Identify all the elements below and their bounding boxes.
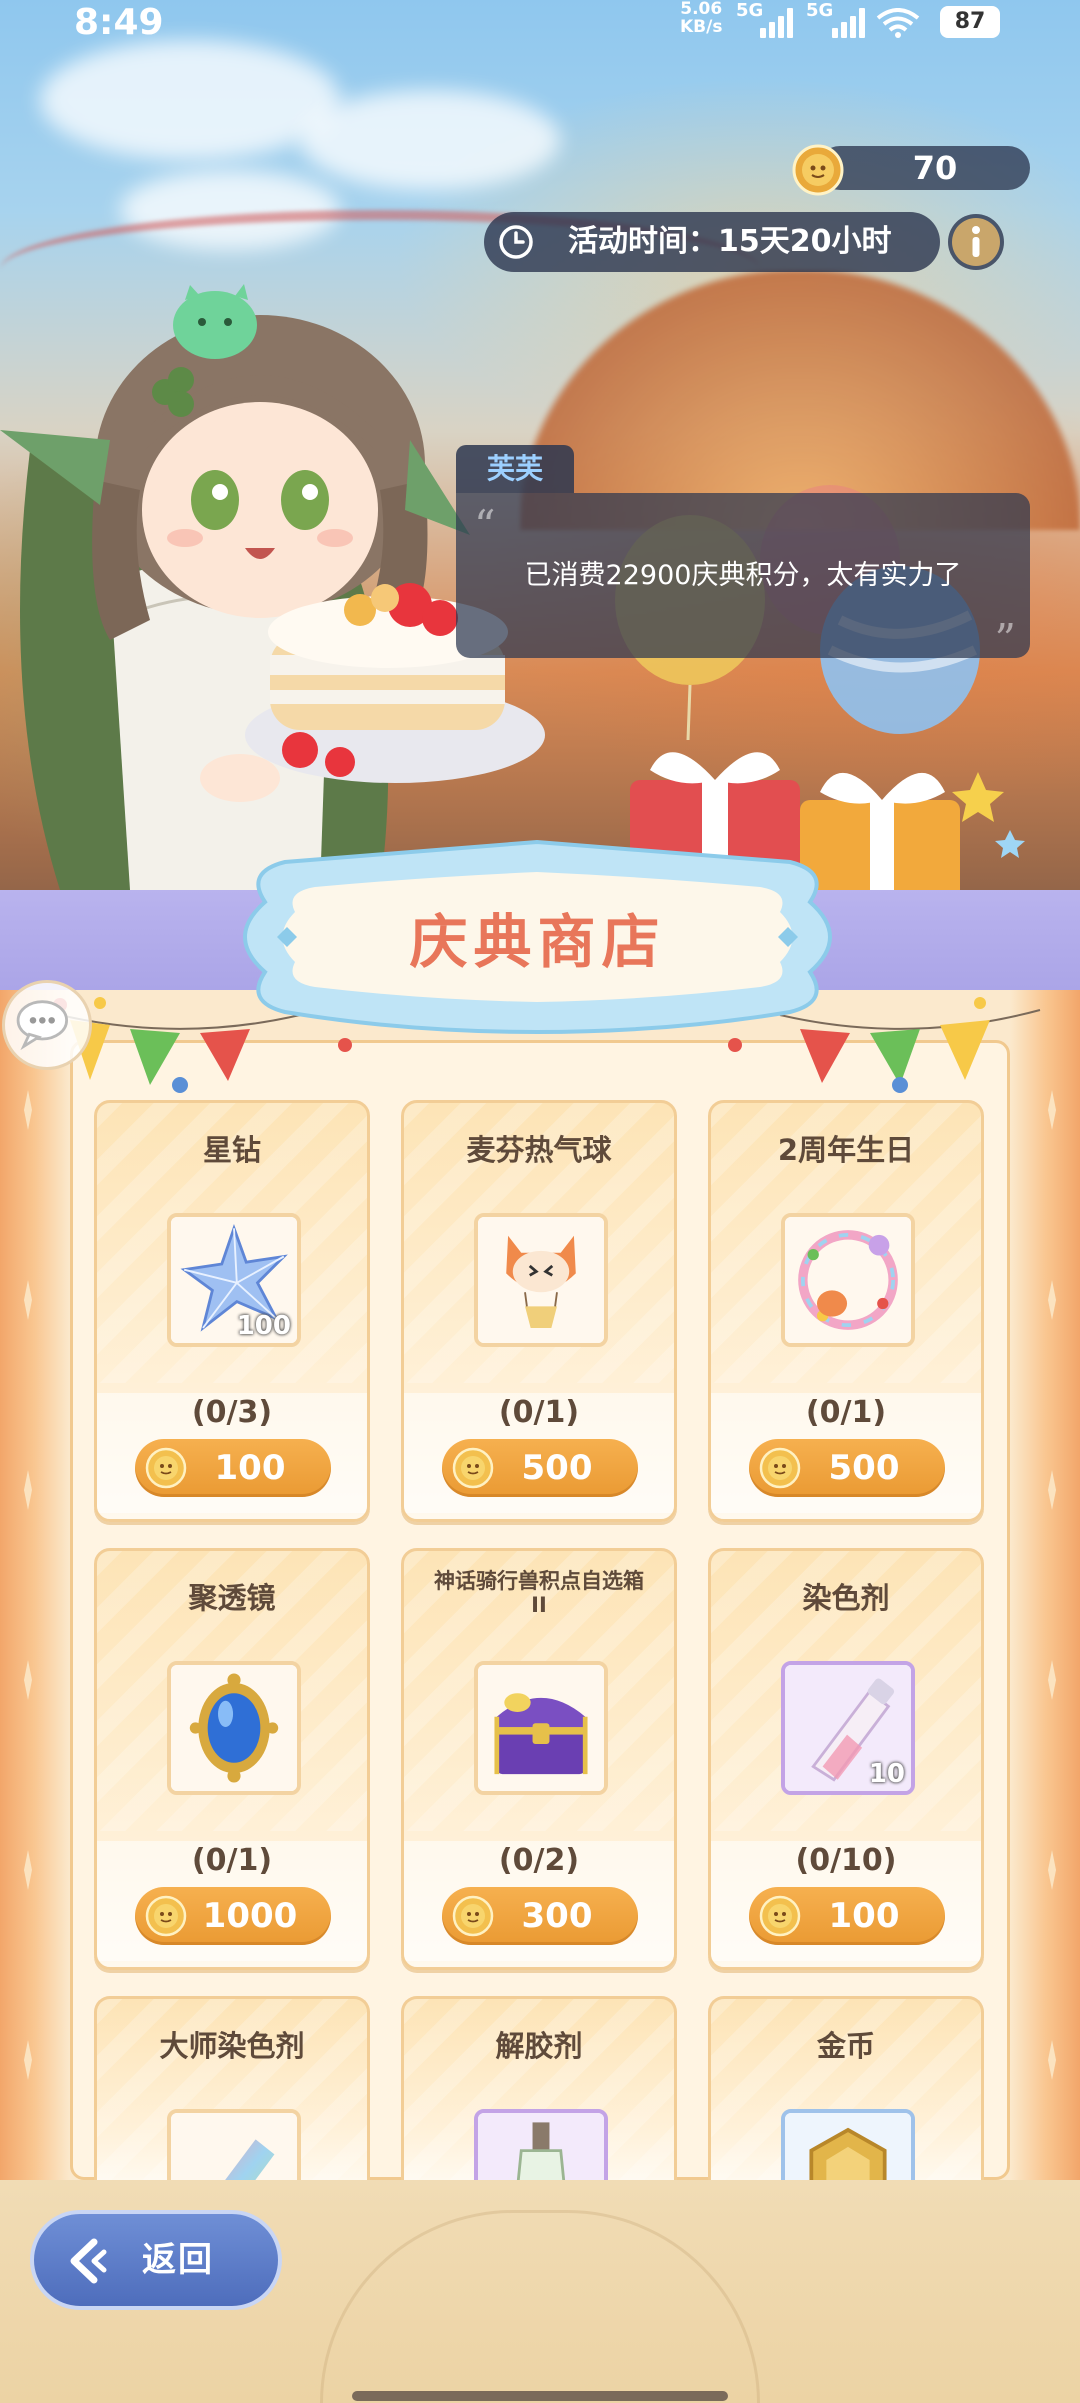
shop-item-card[interactable]: 星钻 100 (0/3) 100: [94, 1100, 370, 1522]
item-icon-frame: [474, 2109, 608, 2180]
back-button[interactable]: 返回: [30, 2210, 282, 2310]
back-arrow-icon: [70, 2238, 107, 2284]
sim2-network-type: 5G: [806, 0, 834, 21]
speaker-name: 芙芙: [456, 445, 574, 493]
dialog-message: 已消费22900庆典积分，太有实力了: [524, 560, 962, 591]
item-price: 500: [828, 1448, 900, 1488]
signal-icon: [760, 8, 793, 38]
buy-button[interactable]: 100: [135, 1439, 331, 1497]
item-icon-frame: [167, 1661, 301, 1795]
item-price: 100: [214, 1448, 286, 1488]
solvent-bottle-icon: [478, 2113, 604, 2180]
buy-button[interactable]: 500: [442, 1439, 638, 1497]
side-ornament-left: [24, 1090, 32, 2080]
anniversary-frame-icon: [785, 1217, 911, 1343]
item-stock: (0/1): [191, 1843, 273, 1878]
event-time-text: 活动时间：15天20小时: [568, 224, 892, 259]
chat-bubble-icon: [16, 1000, 68, 1051]
wifi-icon: [876, 8, 920, 38]
clock-icon: [499, 225, 533, 259]
shop-item-card[interactable]: 大师染色剂: [94, 1996, 370, 2180]
shop-item-card[interactable]: 解胶剂: [401, 1996, 677, 2180]
dialog-box: “ 已消费22900庆典积分，太有实力了 ”: [456, 493, 1030, 664]
item-icon-frame: 10: [781, 1661, 915, 1795]
item-icon-frame: [474, 1213, 608, 1347]
currency-amount: 70: [912, 149, 958, 187]
coin-icon: [452, 1447, 494, 1489]
quote-close-icon: ”: [994, 615, 1016, 664]
coin-icon: [452, 1895, 494, 1937]
buy-button[interactable]: 500: [749, 1439, 945, 1497]
muffin-balloon-icon: [478, 1217, 604, 1343]
network-speed: 5.06 KB/s: [680, 0, 723, 37]
item-price: 100: [828, 1896, 900, 1936]
status-time: 8:49: [74, 2, 164, 43]
item-icon-frame: [781, 2109, 915, 2180]
mount-chest-icon: [478, 1665, 604, 1791]
item-icon-frame: [474, 1661, 608, 1795]
info-icon: [952, 218, 1000, 266]
coin-icon: [145, 1895, 187, 1937]
side-ornament-right: [1048, 1090, 1056, 2080]
master-dye-icon: [171, 2113, 297, 2180]
shop-item-card[interactable]: 染色剂 10 (0/10) 100: [708, 1548, 984, 1970]
shop-item-card[interactable]: 神话骑行兽积点自选箱 II (0/2) 300: [401, 1548, 677, 1970]
item-stock: (0/1): [805, 1395, 887, 1430]
item-stock: (0/3): [191, 1395, 273, 1430]
item-name: 2周年生日: [777, 1133, 915, 1167]
item-icon-frame: 100: [167, 1213, 301, 1347]
shop-item-card[interactable]: 麦芬热气球 (0/1) 500: [401, 1100, 677, 1522]
item-name: 聚透镜: [188, 1581, 276, 1615]
item-name: 神话骑行兽积点自选箱 II: [434, 1569, 644, 1617]
item-name: 麦芬热气球: [466, 1133, 612, 1167]
buy-button[interactable]: 1000: [135, 1887, 331, 1945]
item-price: 300: [521, 1896, 593, 1936]
battery-indicator: 87: [940, 6, 1000, 38]
item-quantity: 100: [236, 1311, 291, 1341]
chat-button[interactable]: [2, 980, 92, 1070]
lens-mirror-icon: [171, 1665, 297, 1791]
item-name: 染色剂: [802, 1581, 890, 1615]
item-stock: (0/1): [498, 1395, 580, 1430]
buy-button[interactable]: 100: [749, 1887, 945, 1945]
item-name: 金币: [816, 2029, 875, 2063]
coin-icon: [759, 1447, 801, 1489]
info-button[interactable]: [948, 214, 1004, 270]
item-stock: (0/10): [795, 1843, 897, 1878]
celebration-coin-icon: [792, 144, 844, 196]
item-name: 解胶剂: [495, 2029, 583, 2063]
item-quantity: 10: [868, 1759, 905, 1789]
item-price: 1000: [202, 1896, 298, 1936]
item-price: 500: [521, 1448, 593, 1488]
item-icon-frame: [167, 2109, 301, 2180]
shop-item-card[interactable]: 聚透镜 (0/1) 1000: [94, 1548, 370, 1970]
buy-button[interactable]: 300: [442, 1887, 638, 1945]
item-stock: (0/2): [498, 1843, 580, 1878]
item-name: 星钻: [202, 1133, 261, 1167]
shop-item-card[interactable]: 金币: [708, 1996, 984, 2180]
item-icon-frame: [781, 1213, 915, 1347]
home-indicator[interactable]: [352, 2391, 728, 2401]
coin-icon: [759, 1895, 801, 1937]
event-time-banner: 活动时间：15天20小时: [484, 212, 940, 272]
shop-item-card[interactable]: 2周年生日 (0/1) 500: [708, 1100, 984, 1522]
status-bar: 8:49 5.06 KB/s 5G 5G 87: [0, 0, 1080, 46]
signal-icon: [832, 8, 865, 38]
gold-coin-icon: [785, 2113, 911, 2180]
item-name: 大师染色剂: [159, 2029, 305, 2063]
coin-icon: [145, 1447, 187, 1489]
back-label: 返回: [142, 2240, 214, 2280]
shop-title: 庆典商店: [409, 908, 666, 976]
